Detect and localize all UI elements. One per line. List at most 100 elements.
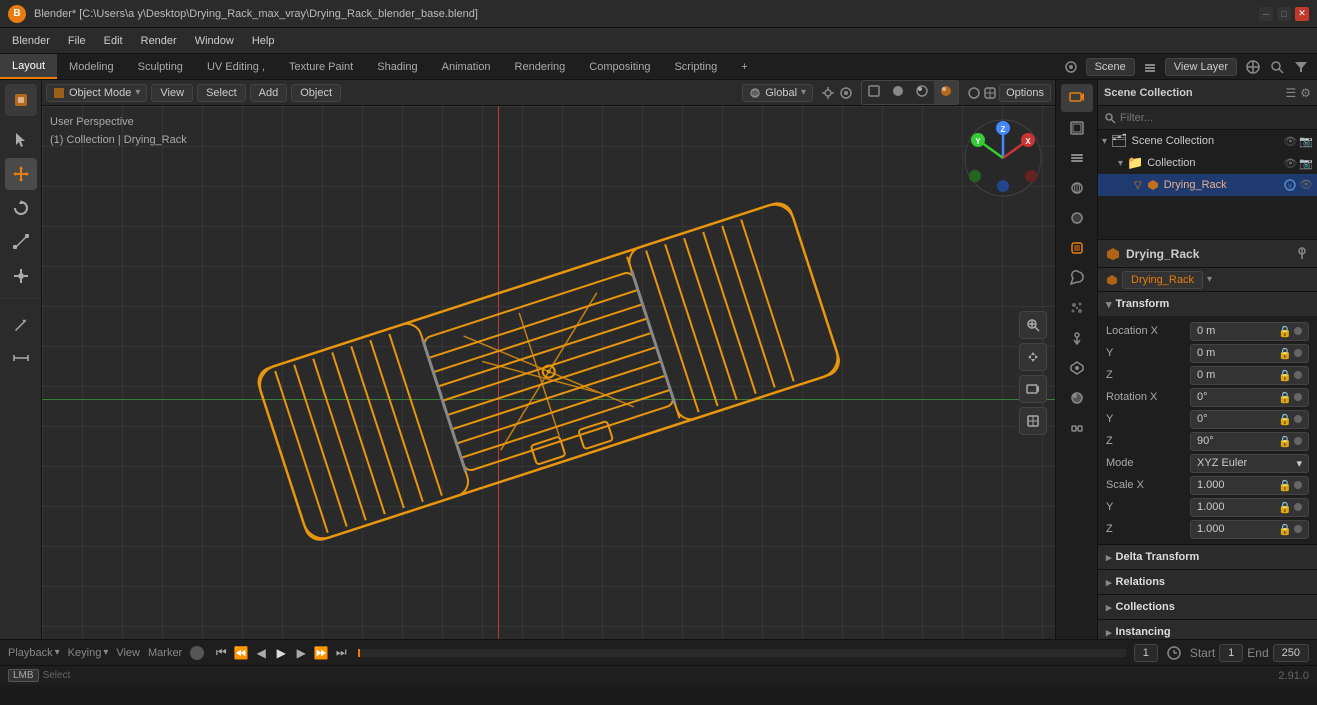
tool-mode-icon[interactable]	[5, 84, 37, 116]
outliner-item-drying-rack[interactable]: ▽ Drying_Rack V 👁	[1098, 174, 1317, 196]
physics-props-icon[interactable]	[1061, 324, 1093, 352]
maximize-button[interactable]: □	[1277, 7, 1291, 21]
tab-layout[interactable]: Layout	[0, 54, 57, 79]
relations-header[interactable]: ▸ Relations	[1098, 570, 1317, 594]
outliner-options-icon[interactable]: ⚙	[1300, 86, 1311, 100]
tab-shading[interactable]: Shading	[365, 54, 429, 79]
material-shade-btn[interactable]	[910, 81, 934, 104]
marker-menu[interactable]: Marker	[148, 647, 182, 659]
view-menu[interactable]: View	[151, 84, 193, 102]
mode-value[interactable]: XYZ Euler ▾	[1190, 454, 1309, 473]
tab-animation[interactable]: Animation	[430, 54, 503, 79]
location-y-value[interactable]: 0 m 🔒	[1190, 344, 1309, 363]
menu-file[interactable]: File	[60, 33, 94, 49]
rotation-y-value[interactable]: 0° 🔒	[1190, 410, 1309, 429]
rotation-z-value[interactable]: 90° 🔒	[1190, 432, 1309, 451]
tab-scripting[interactable]: Scripting	[662, 54, 729, 79]
menu-help[interactable]: Help	[244, 33, 283, 49]
render-props-icon[interactable]	[1245, 59, 1261, 75]
location-z-value[interactable]: 0 m 🔒	[1190, 366, 1309, 385]
proportional-editing-icon[interactable]	[839, 86, 853, 100]
menu-blender[interactable]: Blender	[4, 33, 58, 49]
tool-cursor[interactable]	[5, 124, 37, 156]
collections-header[interactable]: ▸ Collections	[1098, 595, 1317, 619]
step-back-btn[interactable]: ◀	[252, 644, 270, 662]
pin-icon[interactable]	[1295, 247, 1309, 261]
transform-global-dropdown[interactable]: Global ▾	[742, 84, 813, 102]
tab-add[interactable]: +	[729, 54, 759, 79]
solid-shade-btn[interactable]	[886, 81, 910, 104]
eye-icon[interactable]: 👁	[1283, 135, 1297, 148]
step-forward-btn[interactable]: ▶	[292, 644, 310, 662]
gizmo-icon[interactable]	[983, 86, 997, 100]
view-layer-selector[interactable]: View Layer	[1165, 58, 1237, 76]
keying-menu[interactable]: Keying ▾	[68, 647, 109, 659]
tool-measure[interactable]	[5, 342, 37, 374]
particles-props-icon[interactable]	[1061, 294, 1093, 322]
outliner-item-scene-collection[interactable]: ▾ 🗂 Scene Collection 👁 📷	[1098, 130, 1317, 152]
tool-transform[interactable]	[5, 260, 37, 292]
record-button[interactable]	[190, 646, 204, 660]
outliner-filter-icon[interactable]: ☰	[1285, 86, 1296, 100]
snap-icon[interactable]	[821, 86, 835, 100]
object-mode-dropdown[interactable]: Object Mode ▾	[46, 84, 147, 102]
delta-transform-header[interactable]: ▸ Delta Transform	[1098, 545, 1317, 569]
view-pan-icon[interactable]	[1019, 343, 1047, 371]
outliner-item-collection[interactable]: ▾ 📁 Collection 👁 📷	[1098, 152, 1317, 174]
modifier-props-icon[interactable]	[1061, 264, 1093, 292]
menu-edit[interactable]: Edit	[96, 33, 131, 49]
tool-annotate[interactable]	[5, 308, 37, 340]
view-camera-icon[interactable]	[1019, 375, 1047, 403]
tool-scale[interactable]	[5, 226, 37, 258]
viewport[interactable]: Object Mode ▾ View Select Add Object Glo…	[42, 80, 1055, 639]
minimize-button[interactable]: ─	[1259, 7, 1273, 21]
jump-end-btn[interactable]: ⏭	[332, 644, 350, 662]
camera-icon-col[interactable]: 📷	[1299, 157, 1313, 170]
search-icon[interactable]	[1269, 59, 1285, 75]
view-menu[interactable]: View	[116, 647, 140, 659]
object-data-props-icon[interactable]	[1061, 354, 1093, 382]
prop-data-btn[interactable]: Drying_Rack	[1122, 271, 1203, 289]
navigation-gizmo[interactable]: Z X Y	[963, 118, 1043, 198]
transform-header[interactable]: ▾ Transform	[1098, 292, 1317, 316]
tab-compositing[interactable]: Compositing	[577, 54, 662, 79]
next-keyframe-btn[interactable]: ⏩	[312, 644, 330, 662]
location-x-value[interactable]: 0 m 🔒	[1190, 322, 1309, 341]
scale-y-value[interactable]: 1.000 🔒	[1190, 498, 1309, 517]
tab-texture-paint[interactable]: Texture Paint	[277, 54, 365, 79]
material-props-icon[interactable]	[1061, 384, 1093, 412]
wireframe-shade-btn[interactable]	[862, 81, 886, 104]
scene-props-icon[interactable]	[1061, 174, 1093, 202]
end-frame[interactable]: 250	[1273, 644, 1309, 662]
constraint-props-icon[interactable]	[1061, 414, 1093, 442]
options-btn[interactable]: Options	[999, 84, 1051, 102]
output-props-icon[interactable]	[1061, 114, 1093, 142]
tool-move[interactable]	[5, 158, 37, 190]
filter-icon[interactable]	[1293, 59, 1309, 75]
tab-uv-editing[interactable]: UV Editing ,	[195, 54, 277, 79]
current-frame[interactable]: 1	[1134, 644, 1158, 662]
timeline-scrubber[interactable]	[358, 649, 1125, 657]
close-button[interactable]: ✕	[1295, 7, 1309, 21]
view-zoom-icon[interactable]	[1019, 311, 1047, 339]
overlay-icon[interactable]	[967, 86, 981, 100]
render-props-icon[interactable]	[1061, 84, 1093, 112]
world-props-icon[interactable]	[1061, 204, 1093, 232]
view-ortho-icon[interactable]	[1019, 407, 1047, 435]
tab-sculpting[interactable]: Sculpting	[126, 54, 195, 79]
object-menu[interactable]: Object	[291, 84, 341, 102]
eye-icon-col[interactable]: 👁	[1283, 157, 1297, 170]
scale-z-value[interactable]: 1.000 🔒	[1190, 520, 1309, 539]
outliner-search-input[interactable]	[1120, 112, 1311, 124]
play-btn[interactable]: ▶	[272, 644, 290, 662]
jump-start-btn[interactable]: ⏮	[212, 644, 230, 662]
camera-icon[interactable]: 📷	[1299, 135, 1313, 148]
instancing-header[interactable]: ▸ Instancing	[1098, 620, 1317, 639]
select-menu[interactable]: Select	[197, 84, 246, 102]
playback-menu[interactable]: Playback ▾	[8, 647, 60, 659]
add-menu[interactable]: Add	[250, 84, 288, 102]
viewport-canvas[interactable]: User Perspective (1) Collection | Drying…	[42, 106, 1055, 639]
tab-rendering[interactable]: Rendering	[503, 54, 578, 79]
rotation-x-value[interactable]: 0° 🔒	[1190, 388, 1309, 407]
rendered-shade-btn[interactable]	[934, 81, 958, 104]
